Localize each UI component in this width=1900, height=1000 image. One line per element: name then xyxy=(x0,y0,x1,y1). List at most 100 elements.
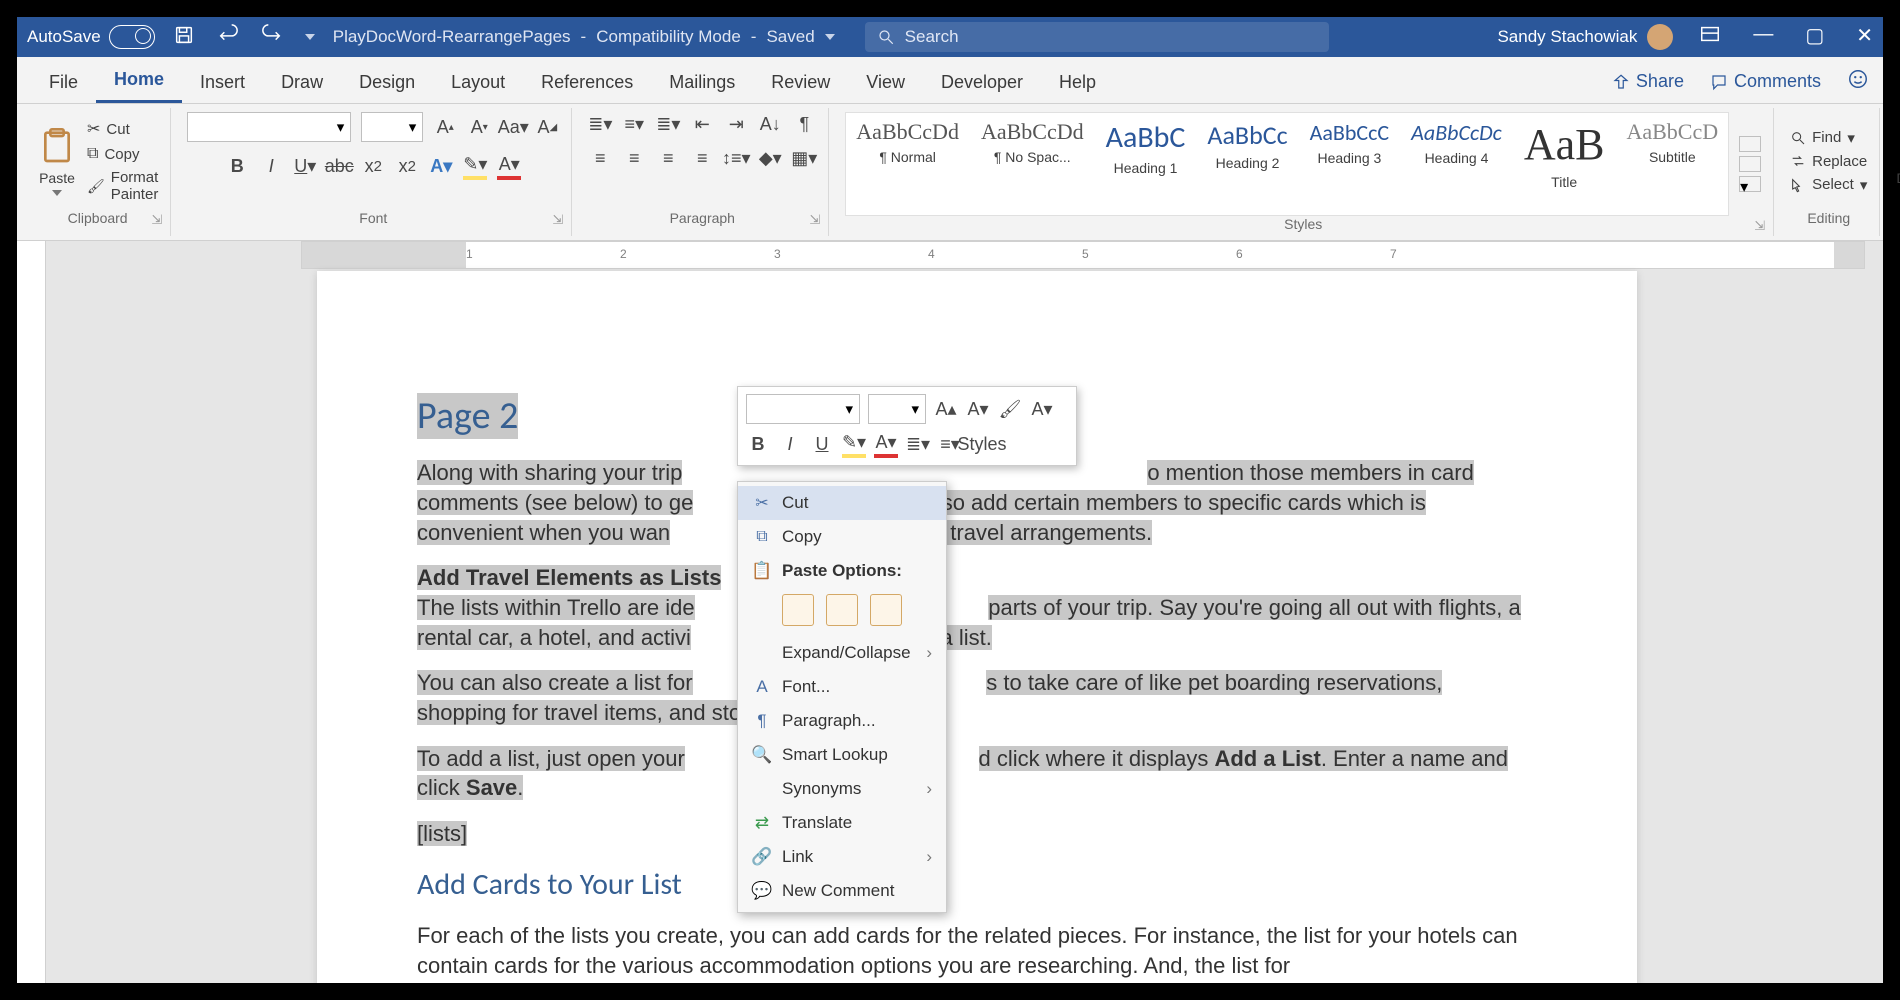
sort-icon[interactable]: A↓ xyxy=(758,112,782,136)
comments-button[interactable]: Comments xyxy=(1710,71,1821,92)
underline-icon[interactable]: U xyxy=(810,432,834,456)
dictate-button[interactable]: Dictate xyxy=(1896,126,1900,196)
justify-icon[interactable]: ≡ xyxy=(690,146,714,170)
style---normal[interactable]: AaBbCcDd¶ Normal xyxy=(856,119,959,165)
font-color-icon[interactable]: A▾ xyxy=(497,152,521,180)
ribbon-options-icon[interactable] xyxy=(1699,23,1721,51)
tab-file[interactable]: File xyxy=(31,62,96,103)
undo-icon[interactable] xyxy=(217,24,239,51)
tab-design[interactable]: Design xyxy=(341,62,433,103)
superscript-icon[interactable]: x2 xyxy=(395,154,419,178)
font-color-icon[interactable]: A▾ xyxy=(874,430,898,458)
grow-font-icon[interactable]: A▴ xyxy=(433,115,457,139)
tab-draw[interactable]: Draw xyxy=(263,62,341,103)
strike-icon[interactable]: abc xyxy=(327,154,351,178)
replace-button[interactable]: Replace xyxy=(1790,153,1867,170)
show-marks-icon[interactable]: ¶ xyxy=(792,112,816,136)
style-heading-4[interactable]: AaBbCcDcHeading 4 xyxy=(1411,119,1502,166)
copy-button[interactable]: Copy xyxy=(87,145,158,163)
share-button[interactable]: Share xyxy=(1612,71,1684,92)
change-case-icon[interactable]: Aa▾ xyxy=(501,115,525,139)
minimize-icon[interactable]: — xyxy=(1753,23,1773,51)
underline-icon[interactable]: U▾ xyxy=(293,154,317,178)
select-button[interactable]: Select▾ xyxy=(1790,176,1867,194)
multilevel-icon[interactable]: ≣▾ xyxy=(656,112,680,136)
bold-icon[interactable]: B xyxy=(225,154,249,178)
styles-more-button[interactable]: ▾ xyxy=(1739,136,1761,192)
decrease-indent-icon[interactable]: ⇤ xyxy=(690,112,714,136)
grow-font-icon[interactable]: A▴ xyxy=(934,397,958,421)
highlight-icon[interactable]: ✎▾ xyxy=(463,152,487,180)
highlight-icon[interactable]: ✎▾ xyxy=(842,430,866,458)
style---no-spac---[interactable]: AaBbCcDd¶ No Spac... xyxy=(981,119,1084,165)
paste-keep-source-icon[interactable] xyxy=(782,594,814,626)
increase-indent-icon[interactable]: ⇥ xyxy=(724,112,748,136)
style-heading-1[interactable]: AaBbCHeading 1 xyxy=(1106,119,1186,176)
menu-font[interactable]: AFont... xyxy=(738,670,946,704)
smiley-icon[interactable] xyxy=(1847,68,1869,95)
format-painter-button[interactable]: Format Painter xyxy=(87,169,158,203)
text-effects-icon[interactable]: A▾ xyxy=(429,154,453,178)
borders-icon[interactable]: ▦▾ xyxy=(792,146,816,170)
subscript-icon[interactable]: x2 xyxy=(361,154,385,178)
menu-link[interactable]: 🔗Link› xyxy=(738,840,946,874)
qat-more-icon[interactable] xyxy=(305,34,315,40)
menu-expand-collapse[interactable]: Expand/Collapse› xyxy=(738,636,946,670)
style-heading-3[interactable]: AaBbCcCHeading 3 xyxy=(1310,119,1390,166)
ruler-vertical[interactable] xyxy=(17,241,46,983)
tab-home[interactable]: Home xyxy=(96,59,182,103)
tab-mailings[interactable]: Mailings xyxy=(651,62,753,103)
clear-format-icon[interactable]: A▾ xyxy=(1030,397,1054,421)
shrink-font-icon[interactable]: A▾ xyxy=(467,115,491,139)
style-subtitle[interactable]: AaBbCcDSubtitle xyxy=(1626,119,1718,165)
mini-font-combo[interactable]: ▾ xyxy=(746,394,860,424)
shading-icon[interactable]: ◆▾ xyxy=(758,146,782,170)
paste-button[interactable]: Paste xyxy=(37,126,77,196)
font-size-combo[interactable]: ▾ xyxy=(361,112,423,142)
cut-button[interactable]: Cut xyxy=(87,119,158,139)
menu-smart-lookup[interactable]: 🔍Smart Lookup xyxy=(738,738,946,772)
clear-format-icon[interactable]: A◢ xyxy=(535,115,559,139)
menu-paragraph[interactable]: ¶Paragraph... xyxy=(738,704,946,738)
menu-translate[interactable]: ⇄Translate xyxy=(738,806,946,840)
numbering-icon[interactable]: ≡▾ xyxy=(622,112,646,136)
autosave-toggle[interactable] xyxy=(109,25,155,49)
shrink-font-icon[interactable]: A▾ xyxy=(966,397,990,421)
tab-view[interactable]: View xyxy=(848,62,923,103)
close-icon[interactable]: ✕ xyxy=(1856,23,1873,51)
paste-text-only-icon[interactable] xyxy=(870,594,902,626)
search-input[interactable]: Search xyxy=(865,22,1329,52)
bold-icon[interactable]: B xyxy=(746,432,770,456)
user-account[interactable]: Sandy Stachowiak xyxy=(1497,24,1673,50)
style-heading-2[interactable]: AaBbCcHeading 2 xyxy=(1207,119,1287,171)
bullets-icon[interactable]: ≣▾ xyxy=(906,432,930,456)
title-dropdown-icon[interactable] xyxy=(825,34,835,40)
font-name-combo[interactable]: ▾ xyxy=(187,112,351,142)
styles-icon[interactable]: Styles xyxy=(970,432,994,456)
maximize-icon[interactable]: ▢ xyxy=(1805,23,1824,51)
align-right-icon[interactable]: ≡ xyxy=(656,146,680,170)
tab-layout[interactable]: Layout xyxy=(433,62,523,103)
redo-icon[interactable] xyxy=(261,24,283,51)
tab-help[interactable]: Help xyxy=(1041,62,1114,103)
tab-developer[interactable]: Developer xyxy=(923,62,1041,103)
tab-references[interactable]: References xyxy=(523,62,651,103)
document-page[interactable]: Page 2 Along with sharing your trip ____… xyxy=(317,271,1637,983)
menu-copy[interactable]: Copy xyxy=(738,520,946,554)
bullets-icon[interactable]: ≣▾ xyxy=(588,112,612,136)
menu-cut[interactable]: Cut xyxy=(738,486,946,520)
save-icon[interactable] xyxy=(173,24,195,51)
format-painter-icon[interactable]: 🖌 xyxy=(998,397,1022,421)
mini-size-combo[interactable]: ▾ xyxy=(868,394,926,424)
dialog-launcher-icon[interactable]: ⇲ xyxy=(151,212,162,228)
italic-icon[interactable]: I xyxy=(259,154,283,178)
menu-synonyms[interactable]: Synonyms› xyxy=(738,772,946,806)
styles-gallery[interactable]: AaBbCcDd¶ Normal AaBbCcDd¶ No Spac... AaBb… xyxy=(845,112,1729,216)
dialog-launcher-icon[interactable]: ⇲ xyxy=(552,212,563,228)
paste-merge-icon[interactable] xyxy=(826,594,858,626)
line-spacing-icon[interactable]: ↕≡▾ xyxy=(724,146,748,170)
find-button[interactable]: Find▾ xyxy=(1790,129,1867,147)
align-center-icon[interactable]: ≡ xyxy=(622,146,646,170)
dialog-launcher-icon[interactable]: ⇲ xyxy=(809,212,820,228)
tab-insert[interactable]: Insert xyxy=(182,62,263,103)
